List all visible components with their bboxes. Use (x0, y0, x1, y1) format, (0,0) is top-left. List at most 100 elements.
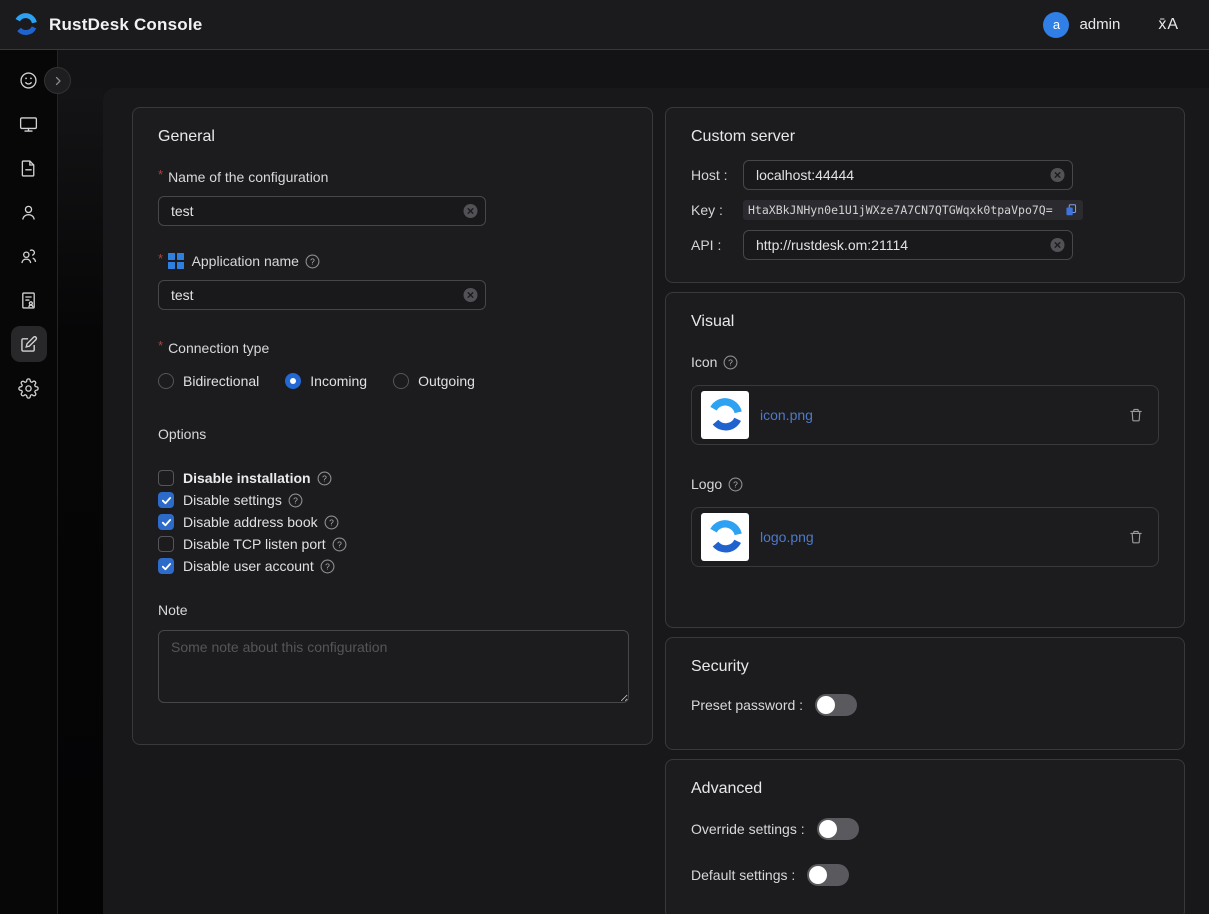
clear-icon[interactable] (463, 288, 478, 303)
key-label: Key : (691, 202, 743, 218)
visual-title: Visual (691, 313, 1159, 331)
preset-password-toggle[interactable] (815, 694, 857, 716)
monitor-icon (18, 114, 39, 135)
general-title: General (158, 128, 627, 146)
radio-label: Bidirectional (183, 373, 259, 389)
file-icon (18, 158, 39, 179)
connection-type-label: * Connection type (158, 339, 627, 357)
sidebar-collapse-button[interactable] (44, 67, 71, 94)
svg-text:?: ? (322, 473, 327, 483)
rustdesk-logo-icon (12, 11, 39, 38)
svg-text:?: ? (325, 561, 330, 571)
content-area: General * Name of the configuration * Ap… (58, 50, 1209, 914)
checkbox-label: Disable installation (183, 470, 311, 486)
checkbox-control[interactable] (158, 492, 174, 508)
connection-type-group: Bidirectional Incoming Outgoing (158, 373, 627, 389)
options-label: Options (158, 425, 627, 443)
help-icon[interactable]: ? (288, 493, 303, 508)
help-icon[interactable]: ? (317, 471, 332, 486)
options-list: Disable installation?Disable settings?Di… (158, 467, 627, 577)
sidebar-item-dashboard[interactable] (11, 62, 47, 98)
radio-control[interactable] (285, 373, 301, 389)
note-textarea[interactable] (158, 630, 629, 703)
help-icon[interactable]: ? (723, 355, 738, 370)
sidebar-item-users[interactable] (11, 194, 47, 230)
checkbox-disable-address-book[interactable]: Disable address book? (158, 511, 627, 533)
icon-label: Icon ? (691, 353, 1159, 371)
sidebar-item-groups[interactable] (11, 238, 47, 274)
help-icon[interactable]: ? (332, 537, 347, 552)
users-group-icon (18, 246, 39, 267)
note-label: Note (158, 601, 627, 619)
default-settings-toggle[interactable] (807, 864, 849, 886)
radio-control[interactable] (393, 373, 409, 389)
avatar[interactable]: a (1043, 12, 1069, 38)
security-title: Security (691, 658, 1159, 676)
copy-icon[interactable] (1064, 203, 1078, 217)
checkbox-control[interactable] (158, 558, 174, 574)
radio-incoming[interactable]: Incoming (285, 373, 367, 389)
checkbox-label: Disable settings (183, 492, 282, 508)
config-panel: General * Name of the configuration * Ap… (103, 88, 1209, 914)
config-name-input[interactable] (158, 196, 486, 226)
radio-bidirectional[interactable]: Bidirectional (158, 373, 259, 389)
clear-icon[interactable] (463, 204, 478, 219)
sidebar-item-devices[interactable] (11, 106, 47, 142)
help-icon[interactable]: ? (324, 515, 339, 530)
help-icon[interactable]: ? (728, 477, 743, 492)
radio-control[interactable] (158, 373, 174, 389)
checkbox-disable-user-account[interactable]: Disable user account? (158, 555, 627, 577)
checkbox-label: Disable address book (183, 514, 318, 530)
radio-label: Incoming (310, 373, 367, 389)
host-label: Host : (691, 167, 743, 183)
windows-icon (168, 253, 184, 269)
svg-text:?: ? (337, 539, 342, 549)
host-input[interactable] (743, 160, 1073, 190)
checkbox-label: Disable user account (183, 558, 314, 574)
sidebar-item-logs[interactable] (11, 150, 47, 186)
logo-label: Logo ? (691, 475, 1159, 493)
help-icon[interactable]: ? (320, 559, 335, 574)
custom-server-card: Custom server Host : Key : H (665, 107, 1185, 283)
override-settings-toggle[interactable] (817, 818, 859, 840)
chevron-right-icon (52, 75, 64, 87)
checkbox-disable-settings[interactable]: Disable settings? (158, 489, 627, 511)
checkbox-label: Disable TCP listen port (183, 536, 326, 552)
radio-label: Outgoing (418, 373, 475, 389)
sidebar-item-audit[interactable] (11, 282, 47, 318)
checkbox-control[interactable] (158, 514, 174, 530)
custom-server-title: Custom server (691, 128, 1159, 146)
checkbox-disable-tcp-listen-port[interactable]: Disable TCP listen port? (158, 533, 627, 555)
clear-icon[interactable] (1050, 168, 1065, 183)
trash-icon[interactable] (1128, 529, 1144, 545)
username[interactable]: admin (1079, 16, 1120, 33)
trash-icon[interactable] (1128, 407, 1144, 423)
icon-file-link[interactable]: icon.png (760, 407, 813, 423)
radio-outgoing[interactable]: Outgoing (393, 373, 475, 389)
logo-thumbnail (701, 513, 749, 561)
logo-file-link[interactable]: logo.png (760, 529, 814, 545)
svg-text:?: ? (310, 256, 315, 266)
sidebar-item-settings[interactable] (11, 370, 47, 406)
sidebar-item-custom-clients[interactable] (11, 326, 47, 362)
app-title: RustDesk Console (49, 15, 202, 35)
logo-file-box: logo.png (691, 507, 1159, 567)
override-settings-label: Override settings : (691, 821, 805, 837)
svg-text:?: ? (729, 357, 734, 367)
clear-icon[interactable] (1050, 238, 1065, 253)
app-header: RustDesk Console a admin x̄A (0, 0, 1209, 50)
translate-icon[interactable]: x̄A (1158, 16, 1179, 34)
icon-thumbnail (701, 391, 749, 439)
checkbox-disable-installation[interactable]: Disable installation? (158, 467, 627, 489)
svg-text:?: ? (733, 479, 738, 489)
checkbox-control[interactable] (158, 536, 174, 552)
visual-card: Visual Icon ? icon.png (665, 292, 1185, 628)
audit-log-icon (18, 290, 39, 311)
icon-file-box: icon.png (691, 385, 1159, 445)
checkbox-control[interactable] (158, 470, 174, 486)
application-name-input[interactable] (158, 280, 486, 310)
settings-gear-icon (18, 378, 39, 399)
security-card: Security Preset password : (665, 637, 1185, 750)
api-input[interactable] (743, 230, 1073, 260)
help-icon[interactable]: ? (305, 254, 320, 269)
